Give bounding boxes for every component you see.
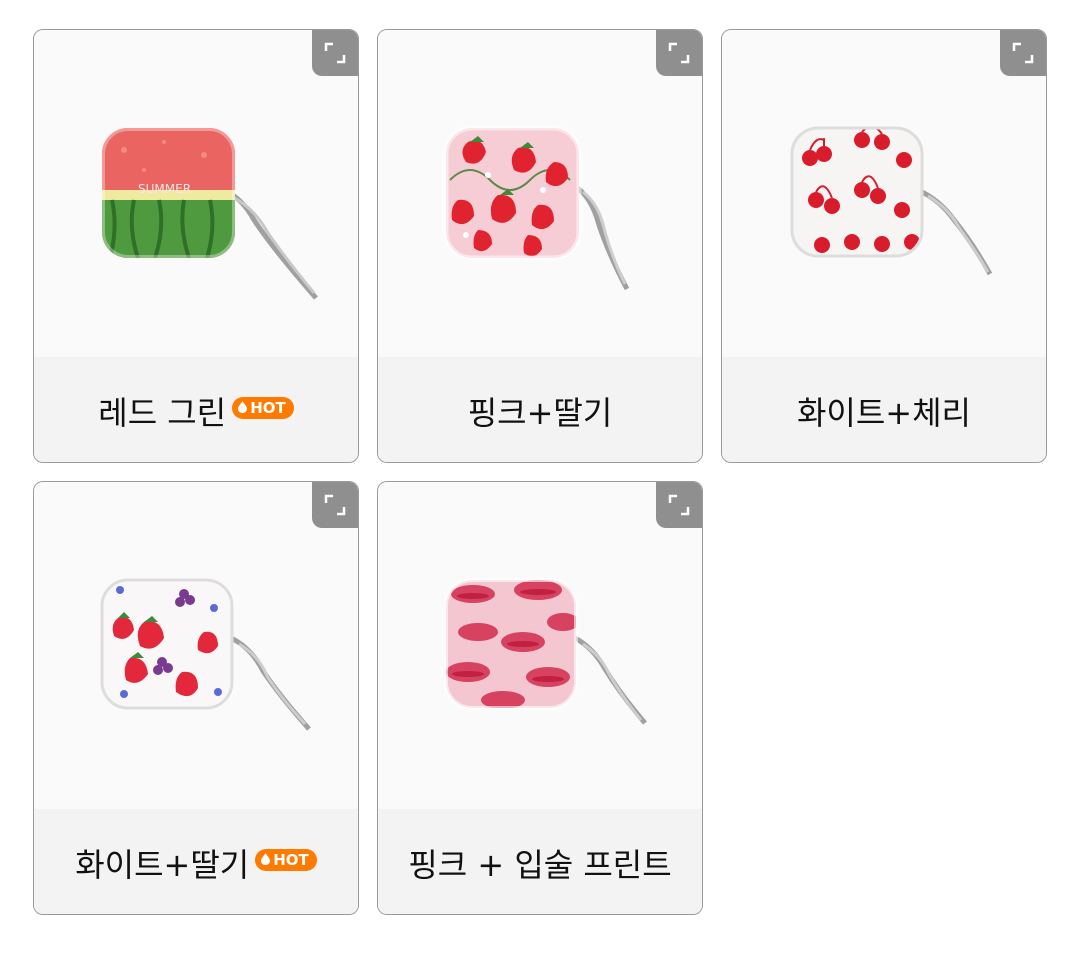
- hot-badge-label: HOT: [250, 398, 286, 417]
- product-label: 핑크 + 입술 프린트: [408, 845, 672, 884]
- product-label: 화이트+체리: [796, 393, 971, 432]
- hot-badge: HOT: [232, 396, 294, 419]
- product-option-red-green[interactable]: SUMMER 레드 그린 HOT: [33, 29, 359, 463]
- product-label-area: 핑크+딸기: [378, 357, 702, 462]
- product-label-area: 레드 그린 HOT: [34, 357, 358, 462]
- product-label-area: 핑크 + 입술 프린트: [378, 809, 702, 914]
- fire-icon: [238, 399, 248, 417]
- expand-image-button[interactable]: [656, 482, 702, 528]
- expand-icon: [668, 494, 690, 516]
- watermelon-case-print: SUMMER: [138, 182, 191, 196]
- product-label: 핑크+딸기: [467, 393, 613, 432]
- product-image: [378, 30, 702, 357]
- expand-image-button[interactable]: [656, 30, 702, 76]
- product-label: 화이트+딸기: [75, 845, 250, 884]
- expand-image-button[interactable]: [312, 30, 358, 76]
- product-option-pink-strawberry[interactable]: 핑크+딸기: [377, 29, 703, 463]
- expand-icon: [324, 494, 346, 516]
- expand-icon: [668, 42, 690, 64]
- product-option-white-cherry[interactable]: 화이트+체리: [721, 29, 1047, 463]
- expand-image-button[interactable]: [1000, 30, 1046, 76]
- expand-icon: [1012, 42, 1034, 64]
- expand-icon: [324, 42, 346, 64]
- product-image: [722, 30, 1046, 357]
- product-image: [378, 482, 702, 809]
- product-label: 레드 그린: [98, 393, 227, 432]
- fire-icon: [261, 851, 271, 869]
- hot-badge: HOT: [255, 848, 317, 871]
- expand-image-button[interactable]: [312, 482, 358, 528]
- product-image: SUMMER: [34, 30, 358, 357]
- product-option-white-strawberry[interactable]: 화이트+딸기 HOT: [33, 481, 359, 915]
- hot-badge-label: HOT: [273, 850, 309, 869]
- product-option-pink-lips[interactable]: 핑크 + 입술 프린트: [377, 481, 703, 915]
- product-option-grid: SUMMER 레드 그린 HOT 핑크+딸기 화이트+체리 화이트+딸기 HOT…: [0, 0, 1080, 960]
- product-label-area: 화이트+체리: [722, 357, 1046, 462]
- product-label-area: 화이트+딸기 HOT: [34, 809, 358, 914]
- product-image: [34, 482, 358, 809]
